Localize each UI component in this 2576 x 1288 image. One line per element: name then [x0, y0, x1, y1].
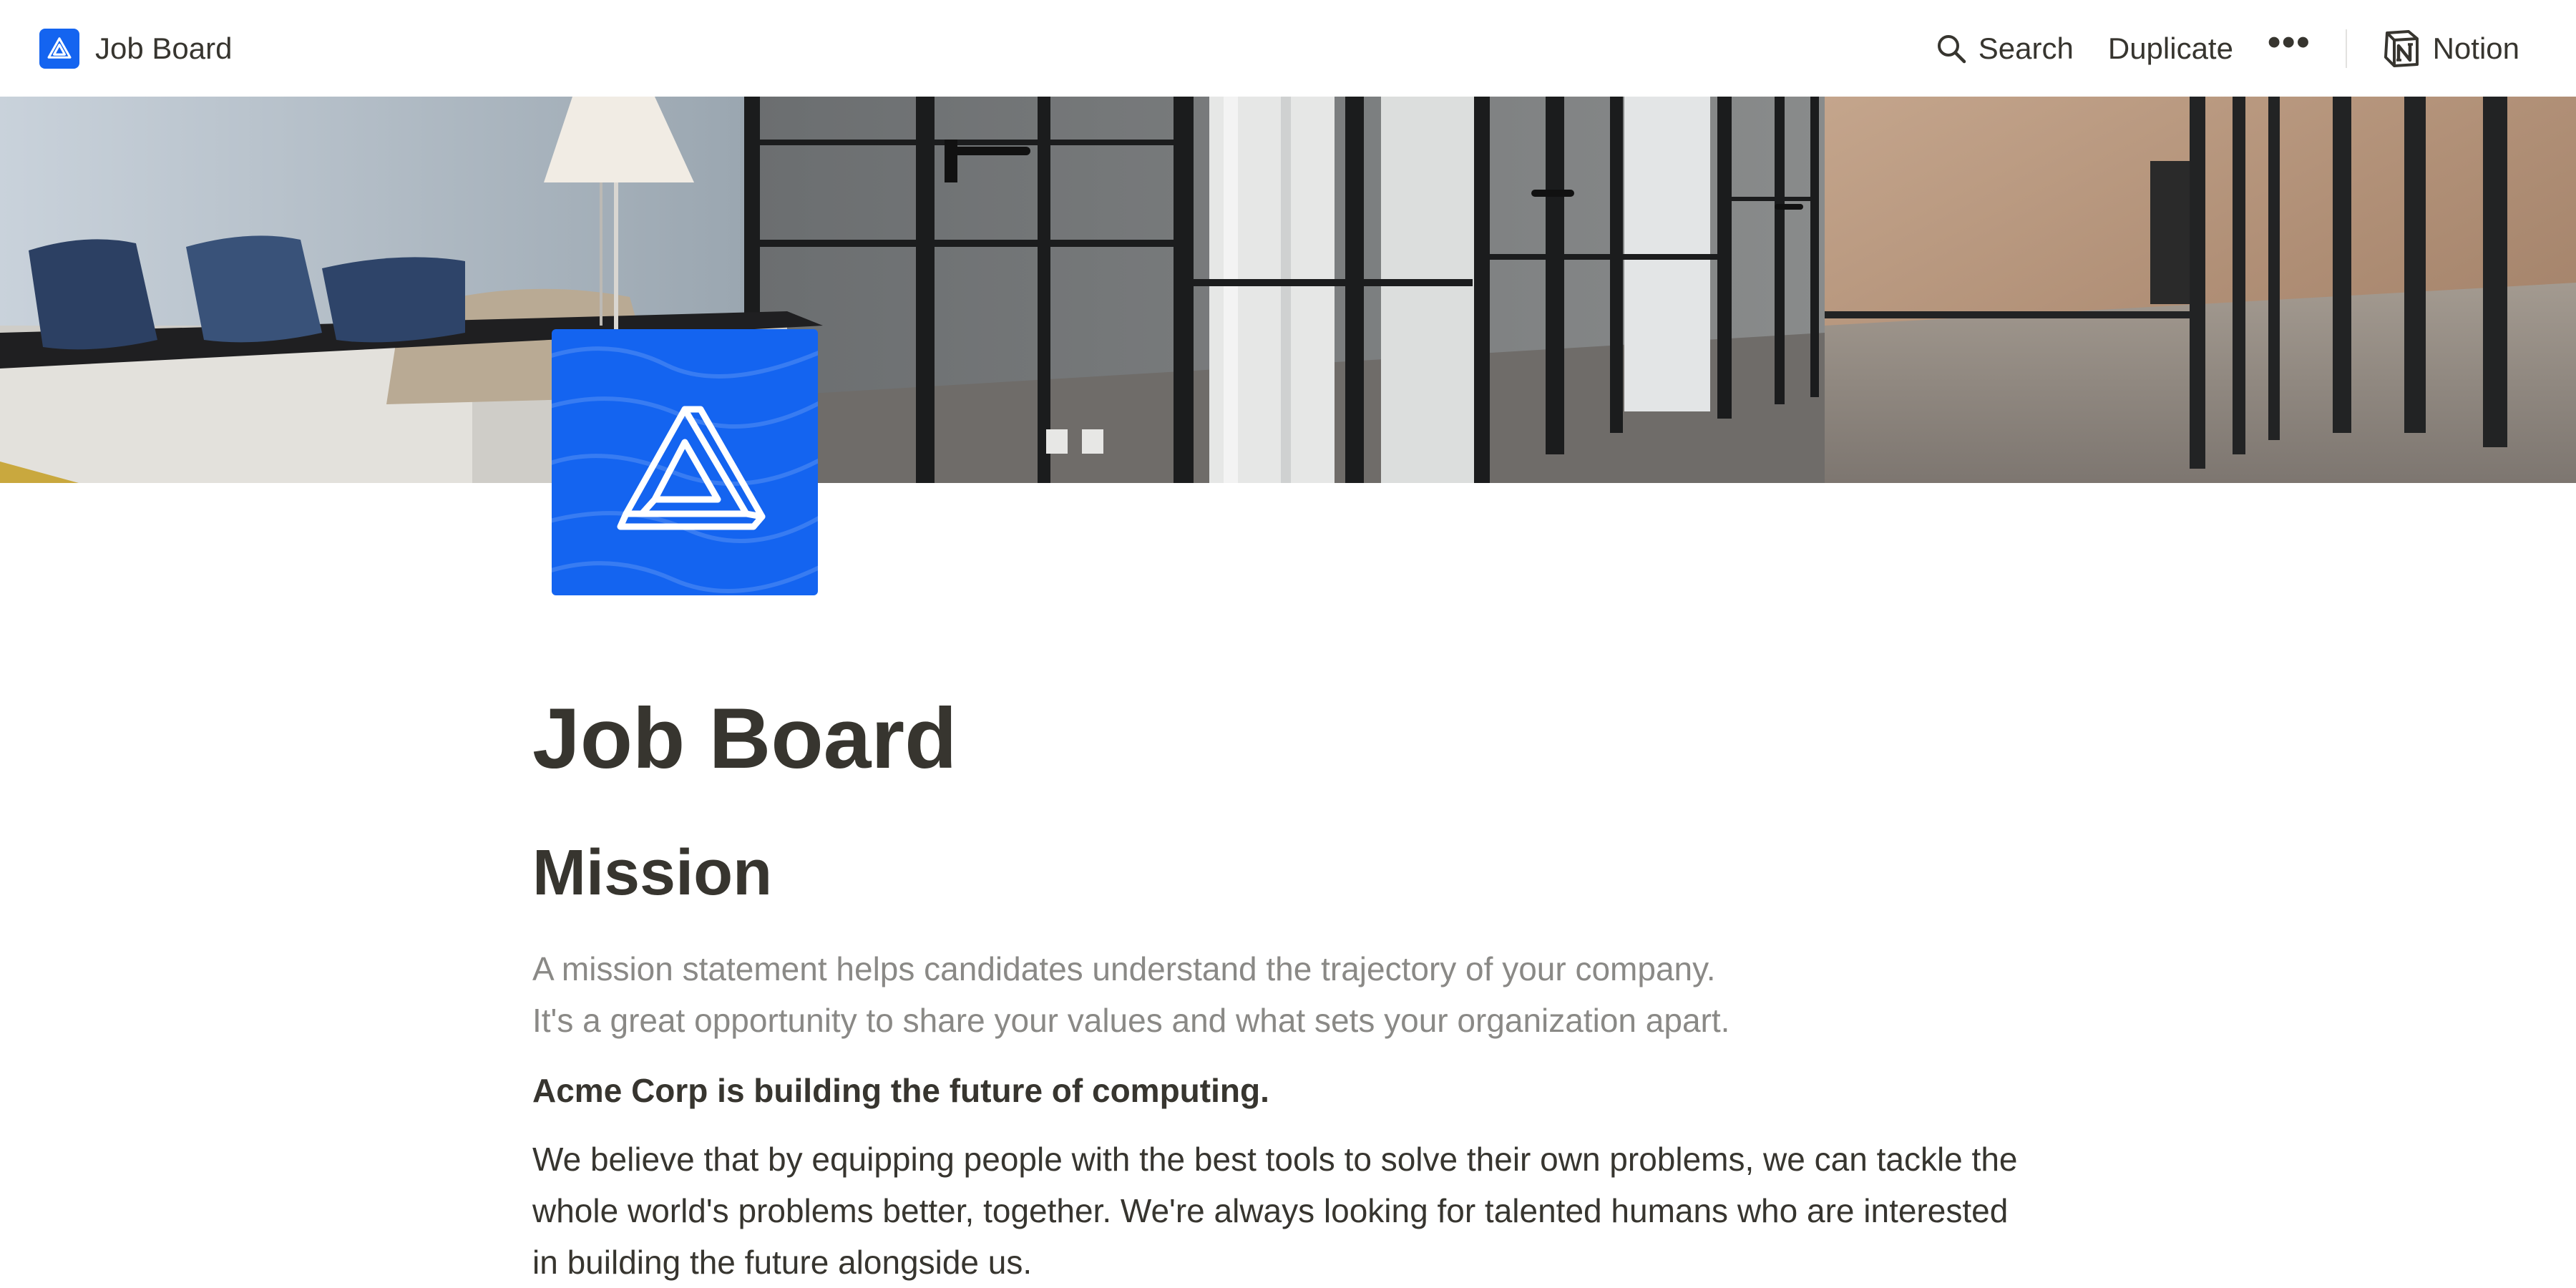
notion-label: Notion: [2432, 31, 2519, 65]
impossible-triangle-icon: [552, 346, 818, 593]
breadcrumb-label: Job Board: [95, 31, 233, 65]
notion-button[interactable]: Notion: [2364, 20, 2537, 77]
notion-logo-icon: [2384, 29, 2419, 67]
mission-lead: Acme Corp is building the future of comp…: [532, 1072, 1269, 1109]
more-icon: •••: [2267, 21, 2311, 63]
mission-body: We believe that by equipping people with…: [532, 1141, 2018, 1281]
search-icon: [1937, 34, 1966, 63]
search-label: Search: [1978, 31, 2074, 65]
more-options-button[interactable]: •••: [2250, 20, 2328, 77]
page-icon[interactable]: [552, 329, 818, 595]
topbar-divider: [2345, 29, 2347, 68]
page-title: Job Board: [532, 691, 957, 786]
triangle-logo-icon: [39, 28, 79, 69]
cover-image: [0, 97, 2576, 483]
mission-hint: A mission statement helps candidates und…: [532, 943, 2035, 1046]
mission-hint-line-1: A mission statement helps candidates und…: [532, 950, 1716, 987]
duplicate-label: Duplicate: [2107, 31, 2233, 65]
mission-heading: Mission: [532, 837, 773, 909]
search-button[interactable]: Search: [1918, 20, 2091, 77]
topbar-actions: Search Duplicate ••• Notion: [1918, 20, 2537, 77]
mission-hint-line-2: It's a great opportunity to share your v…: [532, 1002, 1730, 1039]
duplicate-button[interactable]: Duplicate: [2091, 20, 2250, 77]
top-bar: Job Board Search Duplicate ••• Notion: [0, 0, 2576, 97]
page-content: Job Board Mission A mission statement he…: [532, 687, 2035, 1288]
breadcrumb[interactable]: Job Board: [39, 28, 233, 69]
